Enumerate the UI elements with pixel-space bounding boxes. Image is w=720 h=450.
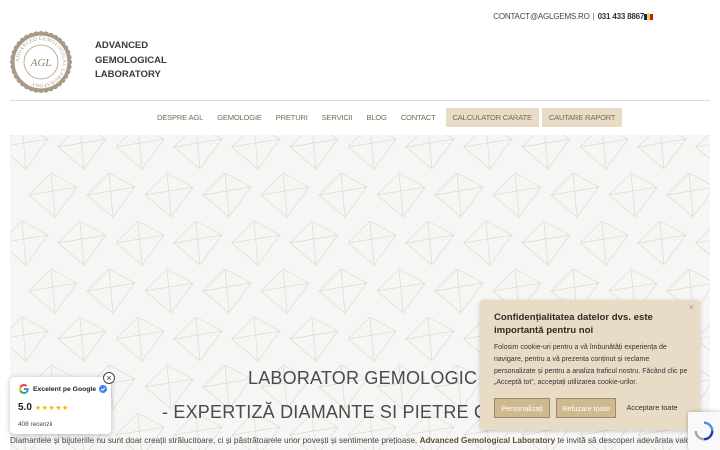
- nav-item-calculator-carate[interactable]: CALCULATOR CARATE: [445, 108, 539, 127]
- hero-text-start: Diamantele și bijuteriile nu sunt doar c…: [10, 436, 420, 445]
- recaptcha-icon: [694, 421, 714, 441]
- header-divider: [10, 100, 710, 101]
- top-contact-bar: CONTACT@AGLGEMS.RO | 031 433 8867 |: [493, 12, 652, 21]
- brand-line: LABORATORY: [95, 69, 161, 80]
- google-rating-label: Excelent pe Google: [33, 385, 97, 393]
- close-google-widget-button[interactable]: ×: [103, 372, 115, 384]
- nav-item-servicii[interactable]: SERVICII: [315, 108, 360, 127]
- hero-text-brand: Advanced Gemological Laboratory: [419, 436, 556, 445]
- contact-email-link[interactable]: CONTACT@AGLGEMS.RO: [493, 12, 590, 21]
- svg-text:AGL: AGL: [30, 57, 52, 69]
- site-logo[interactable]: ADVANCED GEMOLOGICAL LABORATORY AGL: [10, 31, 72, 93]
- review-count: 408 recenzii: [18, 421, 53, 428]
- romanian-flag-icon[interactable]: [644, 14, 653, 20]
- brand-name[interactable]: ADVANCED GEMOLOGICAL LABORATORY: [95, 39, 167, 83]
- cookie-consent-banner: × Confidențialitatea datelor dvs. este i…: [480, 300, 700, 430]
- google-score: 5.0 ★★★★★: [18, 402, 69, 413]
- nav-item-preturi[interactable]: PRETURI: [269, 108, 315, 127]
- hero-intro-text: Diamantele și bijuteriile nu sunt doar c…: [10, 436, 709, 445]
- rating-score: 5.0: [18, 402, 32, 413]
- google-rating-header: Excelent pe Google: [19, 384, 108, 394]
- accept-all-cookies-button[interactable]: Acceptare toate: [622, 398, 682, 418]
- nav-item-blog[interactable]: BLOG: [359, 108, 393, 127]
- brand-line: ADVANCED: [95, 40, 149, 51]
- brand-line: GEMOLOGICAL: [95, 54, 167, 66]
- nav-item-gemologie[interactable]: GEMOLOGIE: [210, 108, 269, 127]
- contact-phone-link[interactable]: 031 433 8867: [598, 12, 645, 21]
- rating-stars-icon: ★★★★★: [34, 404, 69, 412]
- google-rating-widget[interactable]: Excelent pe Google 5.0 ★★★★★ 408 recenzi…: [10, 377, 111, 434]
- hero-text-end: te invită să descoperi adevărata valoare…: [555, 436, 710, 445]
- customize-cookies-button[interactable]: Personalizați: [494, 398, 550, 418]
- nav-item-contact[interactable]: CONTACT: [394, 108, 443, 127]
- google-logo-icon: [19, 384, 29, 394]
- cookie-title: Confidențialitatea datelor dvs. este imp…: [494, 312, 653, 336]
- recaptcha-badge[interactable]: [688, 412, 720, 450]
- cookie-body-text: Folosim cookie-uri pentru a vă îmbunătăț…: [494, 344, 688, 387]
- nav-item-cautare-raport[interactable]: CAUTARE RAPORT: [541, 108, 623, 127]
- reject-all-cookies-button[interactable]: Refuzare toate: [556, 398, 616, 418]
- verified-badge-icon: [99, 385, 108, 393]
- close-cookie-banner-button[interactable]: ×: [689, 302, 694, 312]
- nav-item-despre-agl[interactable]: DESPRE AGL: [150, 108, 210, 127]
- hero-title: LABORATOR GEMOLOGIC: [248, 368, 478, 388]
- hero-subtitle: - EXPERTIZĂ DIAMANTE SI PIETRE CO: [162, 402, 502, 422]
- main-nav: DESPRE AGL GEMOLOGIE PRETURI SERVICII BL…: [150, 108, 623, 127]
- separator: |: [592, 12, 595, 21]
